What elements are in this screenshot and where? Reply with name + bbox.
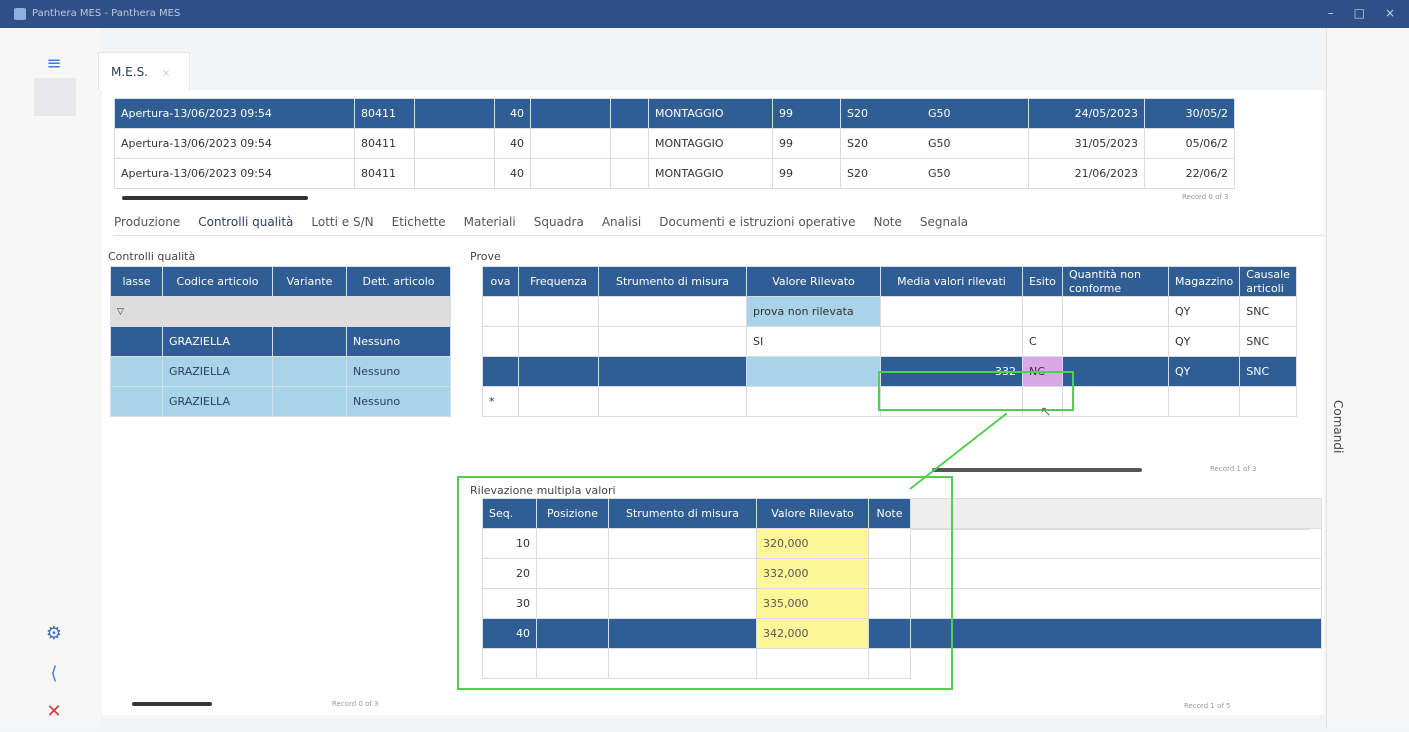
horizontal-scrollbar[interactable] bbox=[122, 196, 308, 200]
rilevazione-pager[interactable]: Record 1 of 5 bbox=[1184, 702, 1231, 710]
tab-squadra[interactable]: Squadra bbox=[534, 215, 584, 229]
right-sidebar bbox=[1326, 28, 1409, 729]
tab-produzione[interactable]: Produzione bbox=[114, 215, 180, 229]
table-row[interactable]: GRAZIELLA Nessuno bbox=[110, 356, 451, 387]
controlli-table: lasse Codice articolo Variante Dett. art… bbox=[110, 266, 451, 417]
top-pager[interactable]: Record 0 of 3 bbox=[1182, 193, 1229, 201]
tab-documenti[interactable]: Documenti e istruzioni operative bbox=[659, 215, 855, 229]
highlight-box bbox=[457, 476, 953, 690]
table-row[interactable]: GRAZIELLA Nessuno bbox=[110, 326, 451, 357]
app-icon bbox=[14, 8, 26, 20]
table-row[interactable]: Apertura-13/06/2023 09:54 80411 40 MONTA… bbox=[114, 128, 1235, 159]
maximize-button[interactable]: □ bbox=[1354, 6, 1365, 20]
table-row[interactable]: GRAZIELLA Nessuno bbox=[110, 386, 451, 417]
window-title: Panthera MES - Panthera MES bbox=[32, 8, 181, 19]
tab-analisi[interactable]: Analisi bbox=[602, 215, 641, 229]
main-panel: Apertura-13/06/2023 09:54 80411 40 MONTA… bbox=[102, 90, 1324, 715]
highlight-arrow-line bbox=[909, 412, 1008, 490]
table-row[interactable]: SI C QY SNC bbox=[482, 326, 1297, 357]
close-window-button[interactable]: × bbox=[1385, 6, 1395, 20]
filter-icon[interactable]: ▽ bbox=[110, 296, 163, 327]
tab-close-icon[interactable]: × bbox=[162, 68, 170, 79]
share-icon[interactable]: ⟨ bbox=[34, 654, 74, 694]
controlli-pager[interactable]: Record 0 of 3 bbox=[332, 700, 379, 708]
sidebar-placeholder[interactable] bbox=[34, 78, 76, 116]
prove-pager[interactable]: Record 1 of 3 bbox=[1210, 465, 1257, 473]
controlli-scrollbar[interactable] bbox=[132, 702, 212, 706]
left-sidebar: ≡ ⚙ ⟨ ✕ bbox=[0, 28, 100, 729]
controlli-label: Controlli qualità bbox=[108, 250, 196, 263]
orders-table: Apertura-13/06/2023 09:54 80411 40 MONTA… bbox=[114, 98, 1235, 189]
tab-lotti[interactable]: Lotti e S/N bbox=[311, 215, 373, 229]
title-bar: Panthera MES - Panthera MES – □ × bbox=[0, 0, 1409, 28]
detail-tabs: Produzione Controlli qualità Lotti e S/N… bbox=[114, 208, 1324, 236]
prove-scrollbar[interactable] bbox=[932, 468, 1142, 472]
tab-mes-label: M.E.S. bbox=[111, 65, 148, 79]
cursor-icon: ↖ bbox=[1040, 404, 1052, 420]
table-row[interactable]: prova non rilevata QY SNC bbox=[482, 296, 1297, 327]
filter-row[interactable]: ▽ bbox=[110, 296, 451, 327]
table-row[interactable]: Apertura-13/06/2023 09:54 80411 40 MONTA… bbox=[114, 98, 1235, 129]
minimize-button[interactable]: – bbox=[1328, 6, 1334, 20]
tab-segnala[interactable]: Segnala bbox=[920, 215, 968, 229]
prove-label: Prove bbox=[470, 250, 501, 263]
comandi-label[interactable]: Comandi bbox=[1331, 400, 1345, 453]
settings-icon[interactable]: ⚙ bbox=[34, 614, 74, 654]
tab-etichette[interactable]: Etichette bbox=[392, 215, 446, 229]
table-row[interactable]: Apertura-13/06/2023 09:54 80411 40 MONTA… bbox=[114, 158, 1235, 189]
close-icon[interactable]: ✕ bbox=[34, 692, 74, 732]
tab-controlli-qualita[interactable]: Controlli qualità bbox=[198, 215, 293, 229]
tab-note[interactable]: Note bbox=[873, 215, 901, 229]
tab-materiali[interactable]: Materiali bbox=[464, 215, 516, 229]
tab-mes[interactable]: M.E.S. × bbox=[98, 52, 190, 90]
